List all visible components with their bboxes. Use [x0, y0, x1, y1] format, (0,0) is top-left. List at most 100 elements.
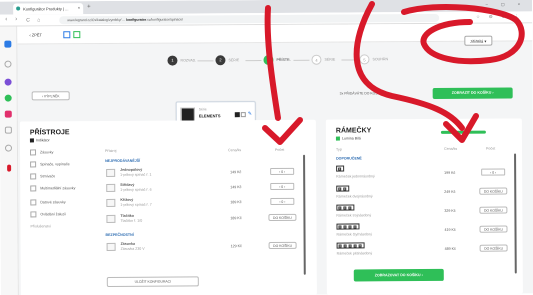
reload-icon[interactable]: C: [26, 17, 30, 23]
filter-label: Ovládání žaluzií: [40, 212, 66, 217]
device-filter-list: Zásuvky Spínače, vypínače Stmívače Multi…: [20, 120, 316, 228]
save-configuration-button[interactable]: ULOŽIT KONFIGURACI: [106, 276, 199, 287]
frames-progress-bar: [440, 130, 486, 134]
frame-price: 419 Kč: [444, 227, 456, 232]
filter-label: Zásuvky: [40, 150, 54, 155]
filter-checkbox[interactable]: [30, 161, 37, 168]
table-row: Křížový 1-pólový spínač ř. 7 189 Kč ‹ 0 …: [20, 120, 316, 207]
filter-accessories-label[interactable]: Příslušenství: [30, 224, 51, 228]
app-topbar: ‹ ZPĚT: [17, 23, 533, 45]
series-caption: Série: [198, 107, 207, 112]
site-favicon-icon: [16, 6, 21, 11]
product-thumbnail: [106, 198, 116, 207]
product-thumbnail: [106, 242, 116, 251]
grid-icon[interactable]: [73, 31, 81, 39]
clock-icon[interactable]: [4, 144, 13, 152]
frames-subtitle: Lumina Bílá: [341, 136, 361, 141]
filter-label: Multimediální zásuvky: [40, 186, 76, 191]
col-price-header: Cena/ks: [228, 148, 242, 153]
add-to-cart-button[interactable]: DO KOŠÍKU: [479, 206, 508, 214]
product-desc: 1-pólový spínač ř. 6: [120, 187, 152, 192]
add-to-cart-button[interactable]: DO KOŠÍKU: [268, 241, 297, 249]
messenger-icon[interactable]: [4, 78, 12, 86]
frame-name: Rámeček jednonásobný: [336, 174, 375, 179]
filter-label: Spínače, vypínače: [40, 162, 70, 167]
product-thumbnail: [106, 214, 116, 223]
frame-price: 199 Kč: [444, 170, 456, 175]
extension-icons[interactable]: ☆ ◍ ◍ ⋮: [476, 13, 522, 18]
filter-checkbox[interactable]: [30, 149, 37, 156]
table-row: Střídavý 1-pólový spínač ř. 6 149 Kč ‹ 0…: [20, 120, 316, 192]
add-to-cart-top-button[interactable]: ZOBRAZIT DO KOŠÍKU ›: [432, 87, 513, 99]
product-name: Křížový: [120, 197, 134, 202]
url-prefix: www.legrand.cz/Cs/katalog/vyrobky/ ...: [67, 17, 127, 23]
col-qty-header: Počet: [275, 147, 285, 152]
url-field[interactable]: www.legrand.cz/Cs/katalog/vyrobky/ ... k…: [59, 13, 440, 25]
edit-pencil-icon[interactable]: ✎: [248, 111, 253, 117]
list-item: Rámeček pětinásobný 489 Kč DO KOŠÍKU: [326, 118, 522, 256]
product-price: 189 Kč: [230, 216, 242, 221]
browser-tab[interactable]: Konfigurátor Produkty | ... ×: [13, 3, 84, 15]
cart-info-text: 3x PŘIDÁVÁTE DO KOŠÍKU: [339, 91, 384, 96]
forward-arrow-icon[interactable]: ›: [15, 17, 17, 23]
url-domain: konfigurator: [126, 17, 147, 22]
product-name: Zásuvka: [120, 241, 135, 246]
pin-icon[interactable]: [7, 164, 12, 172]
group-safety-heading: BEZPEČNOSTNÍ: [105, 232, 134, 237]
group-bestsellers-heading: NEJPRODÁVANĚJŠÍ: [105, 158, 141, 163]
box-icon[interactable]: [4, 126, 12, 134]
instagram-icon[interactable]: [4, 110, 12, 118]
filter-label: Stmívače: [40, 174, 56, 179]
frame-price: 489 Kč: [444, 246, 456, 251]
filter-checkbox[interactable]: [30, 211, 37, 218]
frame-2x-icon: [336, 185, 350, 192]
back-link[interactable]: ‹ ZPĚT: [29, 32, 42, 37]
color-chip-white: [240, 112, 246, 118]
frames-scrollbar[interactable]: [514, 153, 517, 274]
product-price: 149 Kč: [230, 185, 242, 190]
quantity-stepper[interactable]: ‹ 0 ›: [481, 168, 506, 176]
frames-title: RÁMEČKY: [335, 127, 372, 135]
add-to-cart-bottom-button[interactable]: ZOBRAZOVAT DO KOŠÍKU ›: [353, 268, 444, 282]
configurator-main: ‹ ZPĚT Jiří/Bílá ▾ 1 ROZVAD. 2 SÉRIE 3 PŘÍS…: [17, 23, 533, 295]
frame-name: Rámeček čtyřnásobný: [336, 232, 373, 237]
frame-name: Rámeček pětinásobný: [336, 251, 373, 256]
filter-checkbox[interactable]: [30, 199, 37, 206]
add-to-cart-button[interactable]: DO KOŠÍKU: [479, 244, 508, 252]
quantity-stepper[interactable]: ‹ 0 ›: [270, 197, 295, 205]
chat-icon[interactable]: [4, 94, 12, 102]
window-controls[interactable]: – ▢ ×: [486, 1, 527, 6]
logo-square-icon: [63, 31, 71, 39]
url-suffix: .cz/konfigurator/spinace/: [146, 17, 183, 22]
back-to-fill-button[interactable]: ‹ VÝPLNĚK: [31, 91, 70, 101]
product-price: 189 Kč: [230, 200, 242, 205]
product-desc: Zásuvka 230 V: [120, 246, 145, 251]
close-tab-icon[interactable]: ×: [78, 5, 80, 10]
table-row: Zásuvka Zásuvka 230 V 129 Kč DO KOŠÍKU: [20, 120, 316, 251]
step-progress: 1 ROZVAD. 2 SÉRIE 3 PŘÍSTR. 4 SÉRIE 5 SOUHRN: [167, 52, 427, 68]
new-tab-button[interactable]: +: [87, 4, 91, 10]
quantity-stepper[interactable]: ‹ 0 ›: [270, 167, 295, 175]
back-arrow-icon[interactable]: ‹: [5, 17, 7, 23]
home-icon[interactable]: ⌂: [37, 17, 40, 23]
product-thumbnail: [106, 183, 116, 192]
filter-checkbox[interactable]: [30, 173, 37, 180]
circle-icon[interactable]: [4, 60, 12, 68]
filter-checkbox[interactable]: [30, 185, 37, 192]
entity-select[interactable]: Jiří/Bílá ▾: [463, 35, 493, 46]
add-to-cart-button[interactable]: DO KOŠÍKU: [268, 213, 297, 221]
quantity-stepper[interactable]: ‹ 0 ›: [270, 182, 295, 190]
frame-name: Rámeček trojnásobný: [336, 213, 372, 218]
frame-price: 329 Kč: [444, 208, 456, 213]
devices-title: PŘÍSTROJE: [29, 129, 70, 137]
product-name: Jednopólový: [120, 167, 143, 172]
series-mini-swatch-icon: [29, 138, 34, 143]
table-row: Jednopólový 1-pólový spínač ř. 1 149 Kč …: [20, 120, 316, 177]
col-type-header: Typ: [336, 147, 342, 152]
product-thumbnail: [106, 168, 116, 177]
product-name: Střídavý: [120, 182, 135, 187]
app-icon[interactable]: [4, 40, 12, 48]
add-to-cart-button[interactable]: DO KOŠÍKU: [479, 225, 508, 233]
devices-scrollbar[interactable]: [303, 154, 306, 275]
add-to-cart-button[interactable]: DO KOŠÍKU: [479, 187, 508, 195]
